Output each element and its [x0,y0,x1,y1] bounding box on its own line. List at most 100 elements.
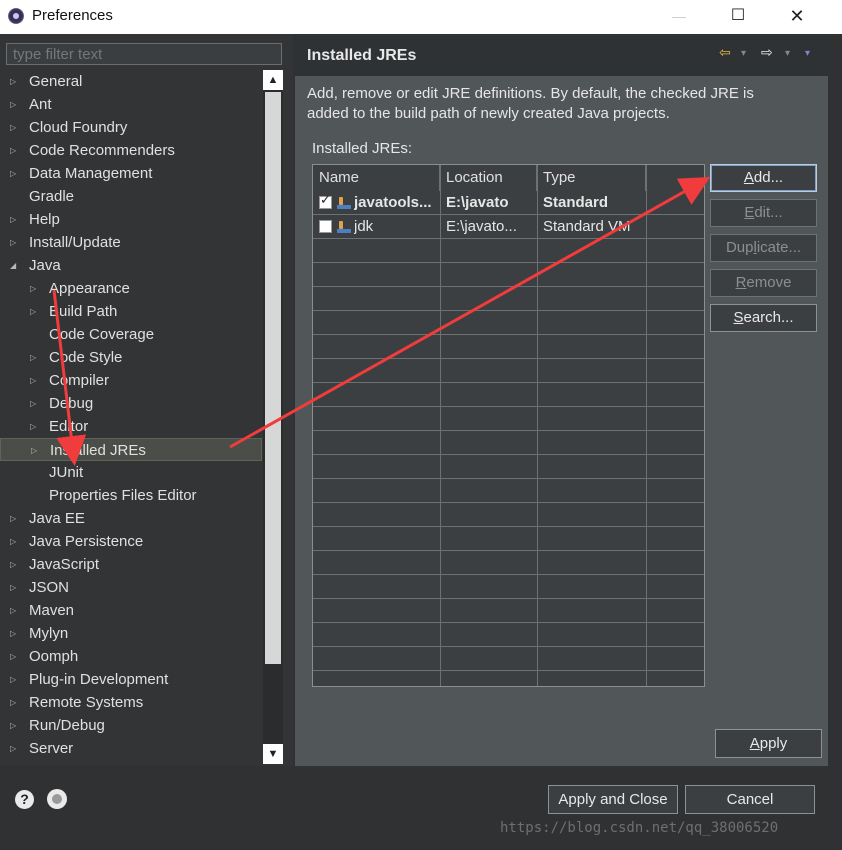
tree-item[interactable]: ▷ JavaScript [0,553,262,576]
tree-item[interactable]: ▷ Appearance [0,277,262,300]
expand-arrow-icon[interactable]: ▷ [10,576,20,599]
tree-item[interactable]: ▷ Install/Update [0,231,262,254]
expand-arrow-icon[interactable]: ▷ [10,691,20,714]
filter-field[interactable] [6,43,282,65]
scroll-up-icon[interactable]: ▲ [263,70,283,90]
tree-item[interactable]: ▷ Mylyn [0,622,262,645]
expand-arrow-icon[interactable]: ▷ [10,622,20,645]
duplicate-label-pre: Dup [725,239,754,256]
expand-arrow-icon[interactable]: ▷ [10,162,20,185]
search-button[interactable]: Search... [710,304,817,332]
tree-item[interactable]: Properties Files Editor [0,484,262,507]
column-header[interactable]: Name [313,165,440,191]
tree-item[interactable]: ▷ Compiler [0,369,262,392]
tree-item-label: Java EE [29,510,85,527]
expand-arrow-icon[interactable]: ▷ [10,139,20,162]
expand-arrow-icon[interactable]: ▷ [10,714,20,737]
add-button[interactable]: Add... [710,164,817,192]
expand-arrow-icon[interactable]: ▷ [10,530,20,553]
tree-item-label: Editor [49,418,89,435]
tree-item[interactable]: JUnit [0,461,262,484]
tree-item[interactable]: ▷ Editor [0,415,262,438]
expand-arrow-icon[interactable]: ▷ [31,439,41,462]
collapse-arrow-icon[interactable]: ◢ [10,254,20,277]
expand-arrow-icon[interactable]: ▷ [10,645,20,668]
forward-menu-icon[interactable]: ▾ [785,48,790,59]
tree-item-label: Installed JREs [50,442,146,459]
table-cell-name[interactable]: jdk [354,215,438,239]
minimize-button[interactable]: — [650,0,708,32]
expand-arrow-icon[interactable]: ▷ [30,346,40,369]
scroll-down-icon[interactable]: ▼ [263,744,283,764]
expand-arrow-icon[interactable]: ▷ [10,599,20,622]
tree-item[interactable]: ▷ Server [0,737,262,760]
tree-item-label: Code Style [49,349,123,366]
scroll-thumb[interactable] [265,92,281,664]
tree-item-label: Properties Files Editor [49,487,197,504]
tree-item[interactable]: ◢ Java [0,254,262,277]
tree-item[interactable]: ▷ Plug-in Development [0,668,262,691]
expand-arrow-icon[interactable]: ▷ [30,300,40,323]
tree-item[interactable]: ▷ Ant [0,93,262,116]
apply-button[interactable]: Apply [715,729,822,758]
tree-item[interactable]: Code Coverage [0,323,262,346]
expand-arrow-icon[interactable]: ▷ [10,116,20,139]
table-cell-type[interactable]: Standard VM [543,215,643,239]
table-cell-location[interactable]: E:\javato [446,191,536,215]
expand-arrow-icon[interactable]: ▷ [10,507,20,530]
tree-item[interactable]: ▷ Debug [0,392,262,415]
expand-arrow-icon[interactable]: ▷ [10,70,20,93]
tree-item[interactable]: ▷ Run/Debug [0,714,262,737]
cancel-button[interactable]: Cancel [685,785,815,814]
expand-arrow-icon[interactable]: ▷ [30,277,40,300]
back-menu-icon[interactable]: ▾ [741,48,746,59]
tree-item[interactable]: ▷ Java EE [0,507,262,530]
expand-arrow-icon[interactable]: ▷ [30,392,40,415]
oomph-preference-recorder-icon[interactable] [47,789,67,809]
apply-and-close-button[interactable]: Apply and Close [548,785,678,814]
tree-item-label: Data Management [29,165,153,182]
tree-scrollbar[interactable]: ▲ ▼ [263,70,283,764]
filter-input[interactable] [7,44,281,64]
apply-label-post: pply [759,735,788,752]
close-button[interactable]: ✕ [768,0,826,32]
expand-arrow-icon[interactable]: ▷ [10,737,20,760]
expand-arrow-icon[interactable]: ▷ [30,369,40,392]
expand-arrow-icon[interactable]: ▷ [10,93,20,116]
tree-item[interactable]: ▷ Oomph [0,645,262,668]
tree-item[interactable]: ▷ Remote Systems [0,691,262,714]
expand-arrow-icon[interactable]: ▷ [10,668,20,691]
view-menu-icon[interactable]: ▾ [805,48,810,59]
tree-item[interactable]: ▷ Build Path [0,300,262,323]
column-header[interactable]: Location [440,165,537,191]
tree-item[interactable]: ▷ Cloud Foundry [0,116,262,139]
expand-arrow-icon[interactable]: ▷ [10,208,20,231]
tree-item[interactable]: ▷ Maven [0,599,262,622]
jre-checkbox[interactable] [319,192,332,209]
table-cell-location[interactable]: E:\javato... [446,215,536,239]
tree-item[interactable]: ▷ General [0,70,262,93]
back-arrow-icon[interactable]: ⇦ [719,44,731,61]
tree-item[interactable]: ▷ Code Recommenders [0,139,262,162]
tree-item[interactable]: ▷ Java Persistence [0,530,262,553]
tree-item[interactable]: ▷ Help [0,208,262,231]
installed-jres-table[interactable]: NameLocationType javatools... E:\javato Sta… [312,164,705,687]
column-header[interactable]: Type [537,165,646,191]
table-cell-name[interactable]: javatools... [354,191,438,215]
expand-arrow-icon[interactable]: ▷ [30,415,40,438]
maximize-button[interactable]: ☐ [709,0,767,32]
expand-arrow-icon[interactable]: ▷ [10,231,20,254]
tree-item[interactable]: Gradle [0,185,262,208]
table-cell-type[interactable]: Standard [543,191,643,215]
expand-arrow-icon[interactable]: ▷ [10,553,20,576]
jre-checkbox[interactable] [319,220,332,233]
tree-item[interactable]: ▷ Installed JREs [0,438,262,461]
tree-item[interactable]: ▷ Code Style [0,346,262,369]
tree-item[interactable]: ▷ Data Management [0,162,262,185]
remove-button[interactable]: Remove [710,269,817,297]
forward-arrow-icon[interactable]: ⇨ [761,44,773,61]
tree-item[interactable]: ▷ JSON [0,576,262,599]
edit-button[interactable]: Edit... [710,199,817,227]
help-icon[interactable]: ? [15,790,34,809]
duplicate-button[interactable]: Duplicate... [710,234,817,262]
